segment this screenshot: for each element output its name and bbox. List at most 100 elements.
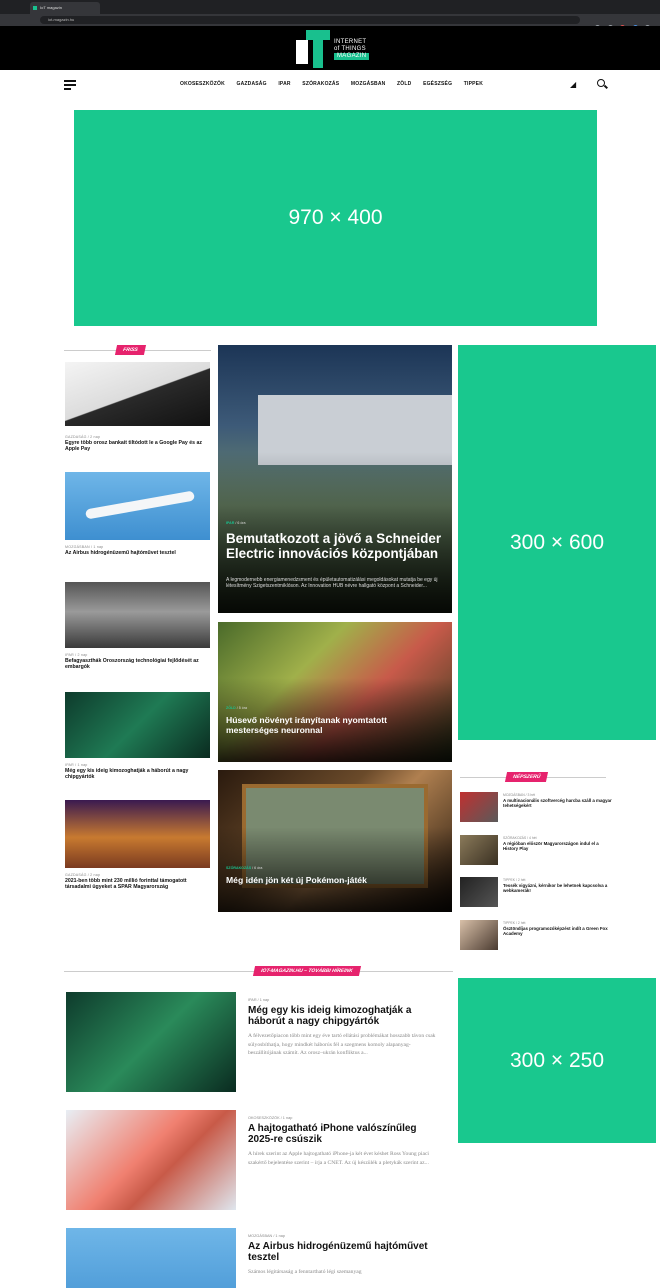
logo-line-3: MAGAZIN [334, 53, 370, 60]
more-article-title[interactable]: Az Airbus hidrogénüzemű hajtóművet teszt… [248, 1241, 436, 1263]
site-logo[interactable]: INTERNET of THINGS MAGAZIN [296, 30, 386, 68]
article-meta: IPAR / 2 nap [65, 653, 88, 657]
browser-tab-title: IoT magazin [40, 5, 62, 10]
logo-text: INTERNET of THINGS MAGAZIN [334, 39, 370, 60]
section-label-friss: FRISS [114, 345, 146, 355]
nav-item-tippek[interactable]: TIPPEK [464, 81, 483, 87]
feature-time: / 6 óra [235, 521, 246, 525]
article-meta: GAZDASÁG / 2 nap [65, 435, 101, 439]
section-label-nepszeru: NÉPSZERŰ [504, 772, 549, 782]
more-article-1[interactable]: IPAR / 1 nap Még egy kis ideig kimozogha… [66, 992, 436, 1102]
feature-title[interactable]: Még idén jön két új Pokémon-játék [226, 875, 426, 885]
article-title[interactable]: 2021-ben több mint 230 millió forinttal … [65, 878, 210, 890]
article-card-friss-3[interactable] [65, 582, 210, 648]
article-title[interactable]: Még egy kis ideig kimozoghatják a háború… [65, 768, 210, 780]
section-title-more: IOT-MAGAZIN.HU – TOVÁBBI HÍREINK [64, 966, 453, 976]
more-article-image[interactable] [66, 1228, 236, 1288]
popular-item-3[interactable]: TIPPEK / 2 hét Tessék vigyázni, kérnikor… [460, 877, 610, 907]
article-title[interactable]: Az Airbus hidrogénüzemű hajtóművet teszt… [65, 550, 210, 556]
popular-meta: TIPPEK / 2 hét [503, 921, 526, 925]
section-title-friss: FRISS [64, 345, 211, 355]
ad-banner-side[interactable]: 300 × 600 [458, 345, 656, 740]
nav-item-gazdasag[interactable]: GAZDASÁG [237, 81, 267, 87]
article-meta: GAZDASÁG / 2 nap [65, 873, 101, 877]
more-article-title[interactable]: A hajtogatható iPhone valószínűleg 2025-… [248, 1123, 438, 1145]
article-card-friss-4[interactable] [65, 692, 210, 758]
nav-item-ipar[interactable]: IPAR [278, 81, 290, 87]
article-image-gpay[interactable] [65, 362, 210, 426]
article-card-friss-1[interactable] [65, 362, 210, 434]
popular-thumb[interactable] [460, 877, 498, 907]
article-title[interactable]: Egyre több orosz bankait tiltódott le a … [65, 440, 210, 452]
favicon-icon [33, 6, 37, 10]
nav-item-mozgasban[interactable]: MOZGÁSBAN [351, 81, 386, 87]
article-text-friss-1: GAZDASÁG / 2 nap Egyre több orosz bankai… [65, 435, 210, 452]
nav-item-egeszseg[interactable]: EGÉSZSÉG [423, 81, 452, 87]
more-article-excerpt: A hírek szerint az Apple hajtogatható iP… [248, 1151, 429, 1166]
browser-tab-strip: IoT magazin [0, 0, 660, 18]
more-article-title[interactable]: Még egy kis ideig kimozoghatják a háború… [248, 1005, 438, 1027]
popular-thumb[interactable] [460, 835, 498, 865]
logo-line-2: of THINGS [334, 46, 366, 52]
feature-category[interactable]: ZÖLD [226, 706, 236, 710]
more-article-image[interactable] [66, 1110, 236, 1210]
browser-tab[interactable]: IoT magazin [30, 2, 100, 14]
article-title[interactable]: Befagyaszthák Oroszország technológiai f… [65, 658, 210, 670]
more-article-image[interactable] [66, 992, 236, 1092]
article-text-friss-3: IPAR / 2 nap Befagyaszthák Oroszország t… [65, 653, 210, 670]
popular-thumb[interactable] [460, 792, 498, 822]
popular-title[interactable]: A régióban először Magyarországon indul … [503, 841, 613, 851]
more-article-excerpt: A félvezetőpiacon több mint egy éve tart… [248, 1033, 436, 1057]
more-article-3[interactable]: MOZGÁSBAN / 1 nap Az Airbus hidrogénüzem… [66, 1228, 436, 1288]
popular-item-1[interactable]: MOZGÁSBAN / 3 hét A multinacionális szof… [460, 792, 613, 822]
browser-toolbar: iot-magazin.hu [0, 14, 660, 30]
nav-item-zold[interactable]: ZÖLD [397, 81, 411, 87]
feature-title[interactable]: Bemutatkozott a jövő a Schneider Electri… [226, 531, 450, 561]
logo-t-shape [306, 30, 330, 68]
feature-card-plant[interactable]: ZÖLD / 5 óra Húsevő növényt irányítanak … [218, 622, 452, 762]
article-text-friss-5: GAZDASÁG / 2 nap 2021-ben több mint 230 … [65, 873, 210, 890]
nav-item-okoseszkozok[interactable]: OKOSESZKÖZÖK [180, 81, 225, 87]
feature-meta: SZÓRAKOZÁS / 6 óra [226, 866, 262, 870]
more-article-meta: MOZGÁSBAN / 1 nap [248, 1234, 285, 1238]
popular-meta: TIPPEK / 2 hét [503, 878, 526, 882]
feature-time: / 6 óra [252, 866, 263, 870]
popular-item-4[interactable]: TIPPEK / 2 hét Ösztöndíjas programozókép… [460, 920, 610, 950]
logo-line-1: INTERNET [334, 39, 367, 45]
feature-excerpt: A legmodernebb energiamenedzsment és épü… [226, 577, 438, 590]
article-meta: MOZGÁSBAN / 1 nap [65, 545, 104, 549]
section-label-more: IOT-MAGAZIN.HU – TOVÁBBI HÍREINK [252, 966, 361, 976]
more-article-2[interactable]: OKOSESZKÖZÖK / 1 nap A hajtogatható iPho… [66, 1110, 436, 1220]
article-card-friss-5[interactable] [65, 800, 210, 868]
menu-icon[interactable] [64, 80, 76, 90]
feature-meta: ZÖLD / 5 óra [226, 706, 247, 710]
feature-card-pokemon[interactable]: SZÓRAKOZÁS / 6 óra Még idén jön két új P… [218, 770, 452, 912]
popular-title[interactable]: A multinacionális szoftvercég harcba szá… [503, 798, 613, 808]
ad-banner-side-2[interactable]: 300 × 250 [458, 978, 656, 1143]
rss-icon[interactable]: ◢ [570, 80, 576, 89]
feature-time: / 5 óra [236, 706, 247, 710]
section-title-nepszeru: NÉPSZERŰ [460, 772, 606, 782]
more-article-meta: IPAR / 1 nap [248, 998, 270, 1002]
feature-title[interactable]: Húsevő növényt irányítanak nyomtatott me… [226, 715, 426, 735]
main-nav: OKOSESZKÖZÖK GAZDASÁG IPAR SZÓRAKOZÁS MO… [0, 70, 660, 100]
search-icon[interactable] [597, 79, 605, 87]
nav-item-szorakozas[interactable]: SZÓRAKOZÁS [302, 81, 339, 87]
ad-banner-top[interactable]: 970 × 400 [74, 110, 597, 326]
popular-title[interactable]: Ösztöndíjas programozóképzést indít a Gr… [503, 926, 613, 936]
popular-meta: MOZGÁSBAN / 3 hét [503, 793, 536, 797]
feature-card-schneider[interactable]: IPAR / 6 óra Bemutatkozott a jövő a Schn… [218, 345, 452, 613]
feature-category[interactable]: SZÓRAKOZÁS [226, 866, 251, 870]
popular-meta: SZÓRAKOZÁS / 4 hét [503, 836, 537, 840]
article-image-budapest[interactable] [65, 800, 210, 868]
article-card-friss-2[interactable] [65, 472, 210, 540]
feature-category[interactable]: IPAR [226, 521, 234, 525]
address-bar[interactable]: iot-magazin.hu [40, 16, 580, 24]
feature-meta: IPAR / 6 óra [226, 521, 246, 525]
nav-items: OKOSESZKÖZÖK GAZDASÁG IPAR SZÓRAKOZÁS MO… [180, 81, 493, 87]
article-image-dump[interactable] [65, 582, 210, 648]
popular-thumb[interactable] [460, 920, 498, 950]
popular-item-2[interactable]: SZÓRAKOZÁS / 4 hét A régióban először Ma… [460, 835, 610, 865]
article-image-chip[interactable] [65, 692, 210, 758]
popular-title[interactable]: Tessék vigyázni, kérnikor be lehetnek ka… [503, 883, 613, 893]
